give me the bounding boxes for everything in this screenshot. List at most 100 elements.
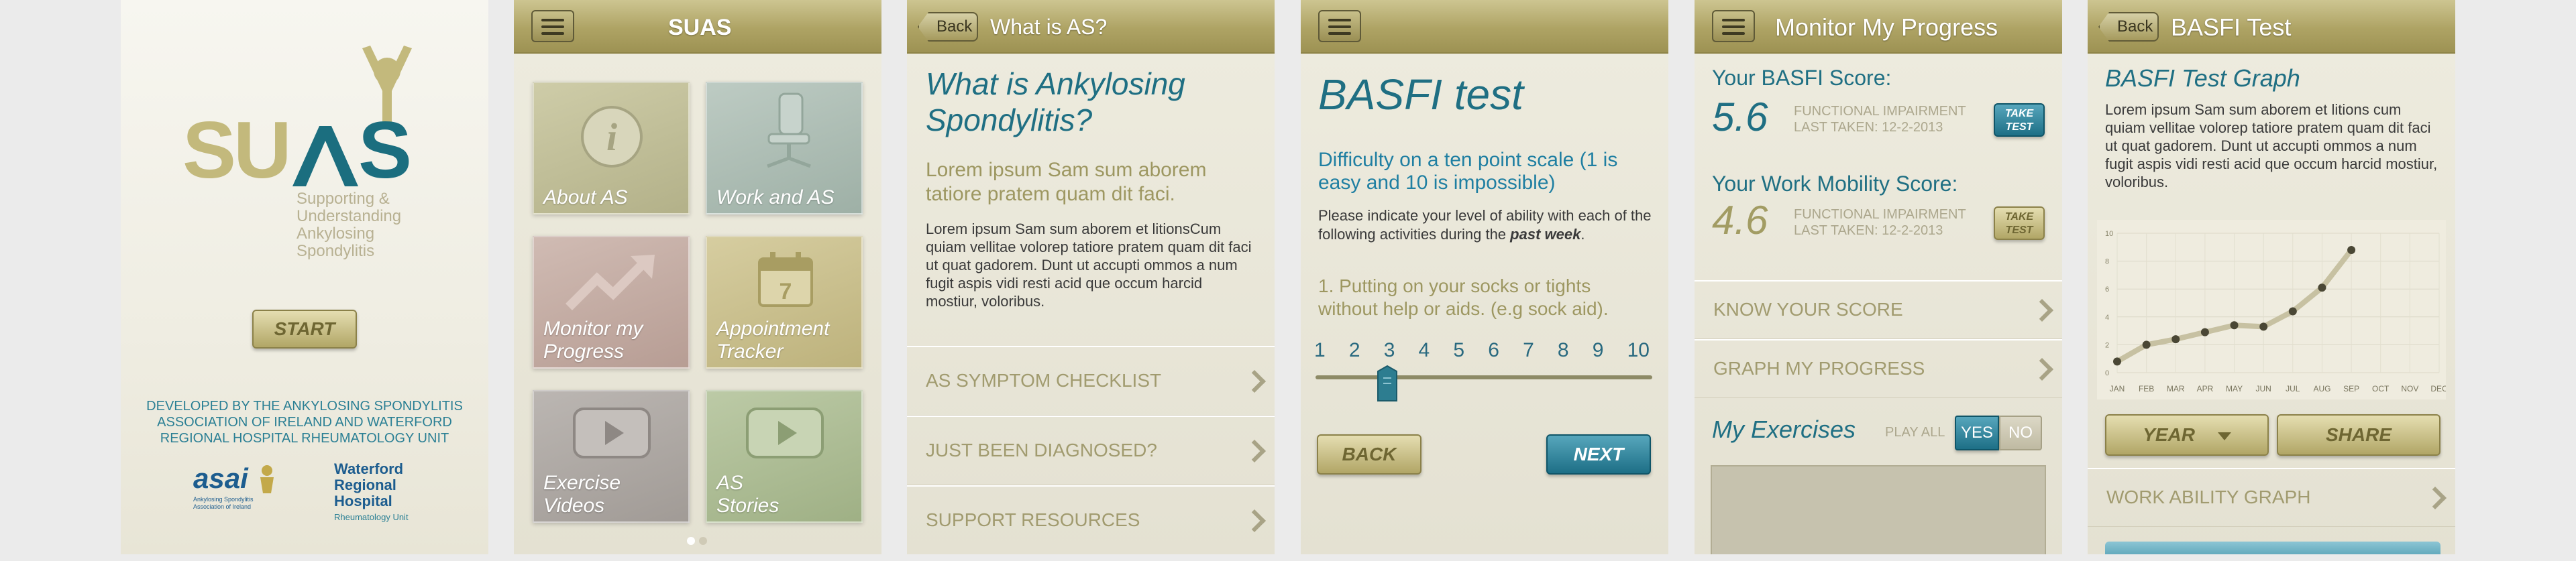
tile-as-stories[interactable]: AS Stories (706, 390, 863, 523)
chart-point (2230, 321, 2239, 330)
hospital-name: Waterford Regional Hospital (334, 460, 404, 509)
tile-appointment-tracker[interactable]: 7 Appointment Tracker (706, 236, 863, 369)
basfi-score-meta: FUNCTIONAL IMPAIRMENT LAST TAKEN: 12-2-2… (1794, 104, 1966, 135)
tile-about-as[interactable]: i About AS (533, 82, 690, 214)
asai-figure-icon (260, 465, 274, 493)
office-chair-icon (767, 92, 811, 168)
chart-y-tick-label: 10 (2105, 230, 2113, 238)
chart-y-ticks: 10 8 6 4 2 0 (2105, 230, 2113, 377)
chart-x-tick-label: JAN (2110, 384, 2125, 393)
chevron-right-icon (2424, 486, 2447, 509)
top-bar: Back BASFI Test (2088, 0, 2455, 54)
chart-x-tick-label: APR (2197, 384, 2214, 393)
scale-numbers: 1 2 3 4 5 6 7 8 9 10 (1314, 339, 1650, 361)
row-symptom-checklist[interactable]: AS SYMPTOM CHECKLIST (907, 346, 1275, 416)
basfi-subtitle: Difficulty on a ten point scale (1 is ea… (1318, 149, 1618, 194)
row-work-ability-graph[interactable]: WORK ABILITY GRAPH (2088, 468, 2455, 527)
splash-screen: SU S Supporting & Understanding Ankylosi… (121, 0, 488, 554)
page-dot (699, 537, 707, 545)
calendar-icon: 7 (758, 252, 813, 307)
chart-x-ticks: JAN FEB MAR APR MAY JUN JUL AUG SEP OCT NOV DEC (2110, 384, 2446, 393)
chart-point (2288, 307, 2297, 316)
back-button[interactable]: Back (2098, 12, 2159, 42)
asai-logo: asai Ankylosing Spondylitis Association … (193, 462, 287, 523)
graph-body-text: Lorem ipsum Sam sum aborem et litions cu… (2105, 101, 2438, 190)
chart-point (2171, 335, 2180, 344)
work-score-label: Your Work Mobility Score: (1712, 172, 1958, 196)
chevron-right-icon (2031, 357, 2053, 381)
tile-work-and-as[interactable]: Work and AS (706, 82, 863, 214)
row-know-your-score[interactable]: KNOW YOUR SCORE (1695, 280, 2062, 339)
chart-x-tick-label: OCT (2372, 384, 2390, 393)
chart-x-tick-label: MAY (2226, 384, 2243, 393)
chart-x-tick-label: FEB (2139, 384, 2154, 393)
back-button[interactable]: Back (918, 12, 978, 42)
logo-s: S (358, 105, 413, 195)
screen-title: What is AS? (990, 15, 1108, 39)
chart-point (2347, 245, 2356, 254)
slider-thumb[interactable] (1375, 365, 1399, 402)
menu-button[interactable] (1712, 10, 1755, 42)
row-just-diagnosed[interactable]: JUST BEEN DIAGNOSED? (907, 416, 1275, 485)
bar-logo: SUAS (668, 15, 732, 40)
hospital-logo: Waterford Regional Hospital Rheumatology… (334, 460, 441, 523)
chart-point (2113, 357, 2121, 366)
chart-point (2142, 340, 2151, 349)
lead-text: Lorem ipsum Sam sum aborem tatiore prate… (926, 159, 1207, 205)
page-dot-active (687, 537, 695, 545)
info-icon: i (581, 106, 643, 168)
chart-y-tick-label: 6 (2105, 286, 2109, 294)
graph-heading: BASFI Test Graph (2105, 64, 2300, 92)
scale-track[interactable] (1316, 375, 1652, 379)
basfi-score-value: 5.6 (1712, 95, 1768, 139)
menu-button[interactable] (531, 10, 574, 42)
tile-monitor-progress[interactable]: Monitor my Progress (533, 236, 690, 369)
basfi-test-screen: BASFI test Difficulty on a ten point sca… (1301, 0, 1668, 554)
chevron-right-icon (1243, 509, 1266, 532)
chart-y-tick-label: 4 (2105, 314, 2109, 322)
chevron-right-icon (2031, 298, 2053, 322)
play-icon (746, 408, 824, 458)
chart-x-tick-label: NOV (2401, 384, 2418, 393)
start-button[interactable]: START (252, 310, 357, 349)
basfi-line-chart: 10 8 6 4 2 0 JAN FEB MAR APR MAY JUN JUL AUG SEP OCT NO… (2097, 220, 2446, 399)
page-heading: What is Ankylosing Spondylitis? (926, 66, 1185, 137)
play-icon (573, 408, 651, 458)
take-test-button[interactable]: TAKE TEST (1994, 206, 2045, 240)
top-bar: SUAS (514, 0, 881, 54)
chart-point (2259, 322, 2268, 331)
menu-button[interactable] (1318, 10, 1361, 42)
chart-y-tick-label: 0 (2105, 369, 2109, 377)
logo-su: SU (182, 105, 292, 195)
no-toggle[interactable]: NO (1999, 416, 2042, 450)
tagline: Supporting & Understanding Ankylosing Sp… (297, 190, 402, 260)
basfi-graph-screen: Back BASFI Test BASFI Test Graph Lorem i… (2088, 0, 2455, 554)
year-dropdown[interactable]: YEAR (2105, 414, 2269, 456)
work-score-value: 4.6 (1712, 198, 1768, 243)
chevron-down-icon (2217, 432, 2231, 440)
take-test-button[interactable]: TAKE TEST (1994, 103, 2045, 137)
screen-title: BASFI Test (2171, 13, 2292, 41)
home-screen: SUAS i About AS Work and AS Monitor my P… (514, 0, 881, 554)
share-button[interactable]: SHARE (2277, 414, 2440, 456)
question-text: 1. Putting on your socks or tights witho… (1318, 275, 1609, 319)
bottom-button-peek[interactable] (2105, 542, 2440, 554)
row-support-resources[interactable]: SUPPORT RESOURCES (907, 485, 1275, 554)
asai-sub: Ankylosing Spondylitis Association of Ir… (193, 496, 254, 510)
chart-x-tick-label: JUL (2286, 384, 2300, 393)
yes-toggle[interactable]: YES (1955, 416, 1999, 450)
chart-x-tick-label: MAR (2167, 384, 2185, 393)
chart-point (2318, 284, 2326, 292)
developed-by-text: DEVELOPED BY THE ANKYLOSING SPONDYLITIS … (146, 399, 463, 446)
exercise-video-placeholder[interactable] (1711, 465, 2046, 554)
row-graph-my-progress[interactable]: GRAPH MY PROGRESS (1695, 339, 2062, 398)
page-indicator[interactable] (687, 536, 707, 548)
play-all-label: PLAY ALL (1885, 425, 1945, 440)
back-button[interactable]: BACK (1317, 434, 1421, 475)
tile-exercise-videos[interactable]: Exercise Videos (533, 390, 690, 523)
page-heading: BASFI test (1318, 70, 1523, 119)
next-button[interactable]: NEXT (1546, 434, 1651, 475)
chart-y-tick-label: 2 (2105, 341, 2109, 349)
chart-x-tick-label: AUG (2313, 384, 2330, 393)
basfi-score-label: Your BASFI Score: (1712, 66, 1892, 90)
